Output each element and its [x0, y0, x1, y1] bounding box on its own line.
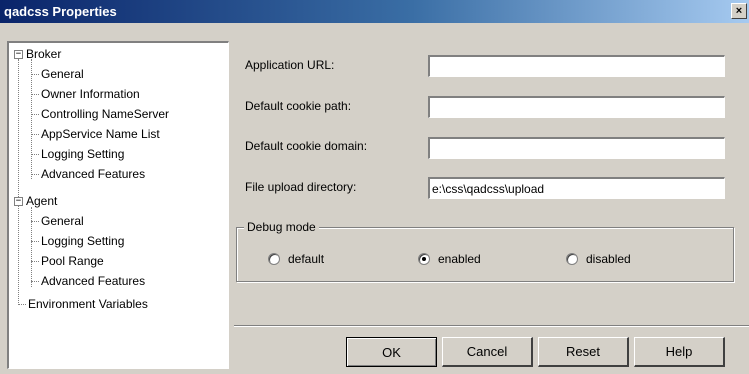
tree-item-broker[interactable]: Broker	[26, 47, 61, 61]
debug-default-label: default	[288, 252, 325, 266]
tree-line	[31, 59, 32, 179]
title-bar[interactable]: qadcss Properties ×	[0, 0, 749, 23]
tree-line	[31, 207, 32, 287]
debug-enabled-option[interactable]: enabled	[418, 252, 481, 266]
upload-directory-label: File upload directory:	[245, 180, 357, 194]
tree-item-appservice-name-list[interactable]: AppService Name List	[41, 127, 160, 141]
radio-icon[interactable]	[566, 253, 578, 265]
tree-item-broker-advanced-features[interactable]: Advanced Features	[41, 167, 145, 181]
window-title: qadcss Properties	[4, 4, 117, 19]
tree-line	[31, 261, 39, 262]
debug-disabled-option[interactable]: disabled	[566, 252, 631, 266]
close-button[interactable]: ×	[731, 3, 747, 19]
cookie-path-input[interactable]	[428, 96, 725, 118]
cookie-domain-input[interactable]	[428, 137, 725, 159]
tree-line	[31, 134, 39, 135]
tree-line	[31, 154, 39, 155]
collapse-icon[interactable]: −	[14, 50, 23, 59]
collapse-icon[interactable]: −	[14, 197, 23, 206]
cookie-path-label: Default cookie path:	[245, 99, 352, 113]
reset-button[interactable]: Reset	[538, 337, 629, 367]
ok-button[interactable]: OK	[346, 337, 437, 367]
cancel-button[interactable]: Cancel	[442, 337, 533, 367]
debug-default-option[interactable]: default	[268, 252, 324, 266]
tree-item-owner-information[interactable]: Owner Information	[41, 87, 140, 101]
tree-item-agent-advanced-features[interactable]: Advanced Features	[41, 274, 145, 288]
tree-item-agent-general[interactable]: General	[41, 214, 84, 228]
close-icon: ×	[735, 4, 743, 17]
radio-selected-icon[interactable]	[418, 253, 430, 265]
tree-item-agent[interactable]: Agent	[26, 194, 57, 208]
cookie-domain-label: Default cookie domain:	[245, 139, 368, 153]
debug-mode-title: Debug mode	[244, 220, 319, 234]
settings-tree[interactable]: − Broker General Owner Information Contr…	[7, 41, 229, 369]
tree-line	[31, 281, 39, 282]
tree-line	[31, 114, 39, 115]
tree-line	[18, 59, 19, 305]
debug-disabled-label: disabled	[586, 252, 631, 266]
tree-item-agent-logging-setting[interactable]: Logging Setting	[41, 234, 124, 248]
tree-item-broker-general[interactable]: General	[41, 67, 84, 81]
radio-icon[interactable]	[268, 253, 280, 265]
tree-line	[31, 94, 39, 95]
tree-line	[31, 74, 39, 75]
separator	[234, 325, 749, 327]
tree-item-broker-logging-setting[interactable]: Logging Setting	[41, 147, 124, 161]
tree-item-environment-variables[interactable]: Environment Variables	[28, 297, 148, 311]
upload-directory-input[interactable]	[428, 177, 725, 199]
tree-line	[18, 304, 26, 305]
tree-line	[31, 221, 39, 222]
tree-line	[31, 241, 39, 242]
debug-enabled-label: enabled	[438, 252, 481, 266]
application-url-label: Application URL:	[245, 58, 335, 72]
tree-line	[31, 174, 39, 175]
tree-item-pool-range[interactable]: Pool Range	[41, 254, 104, 268]
tree-item-controlling-nameserver[interactable]: Controlling NameServer	[41, 107, 169, 121]
application-url-input[interactable]	[428, 55, 725, 77]
help-button[interactable]: Help	[634, 337, 725, 367]
